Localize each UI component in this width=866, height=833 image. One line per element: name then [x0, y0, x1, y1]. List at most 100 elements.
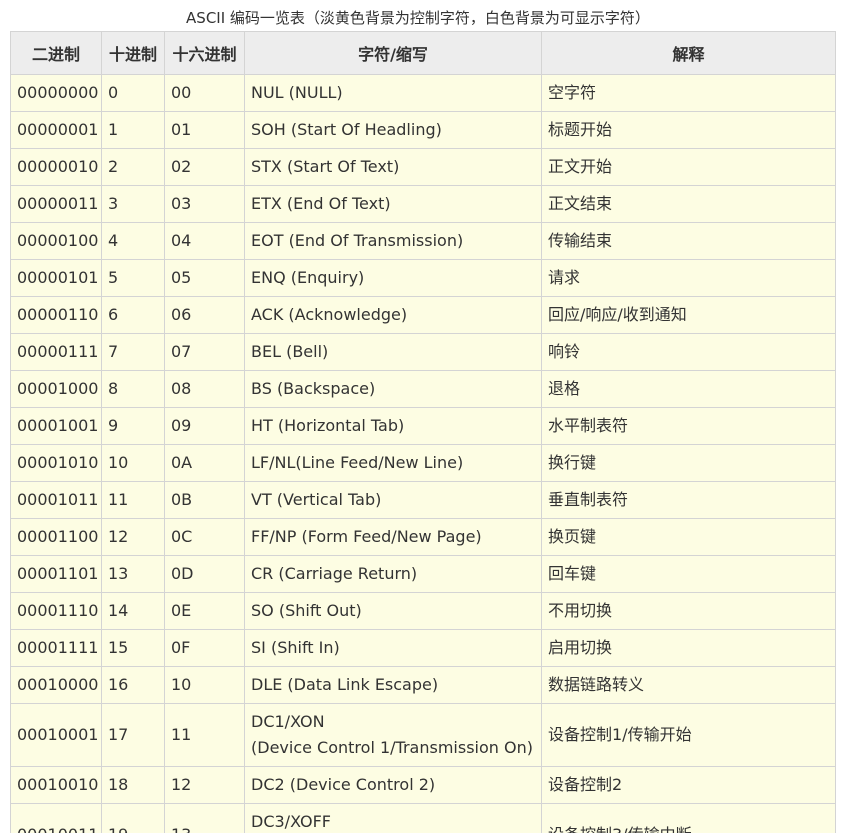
cell-hex: 0D	[164, 555, 245, 593]
cell-binary: 00000001	[10, 111, 102, 149]
cell-binary: 00001000	[10, 370, 102, 408]
cell-binary: 00000100	[10, 222, 102, 260]
table-row: 00000011 3 03 ETX (End Of Text) 正文结束	[10, 185, 836, 223]
cell-desc: 回应/响应/收到通知	[541, 296, 836, 334]
cell-desc: 水平制表符	[541, 407, 836, 445]
table-row: 00010000 16 10 DLE (Data Link Escape) 数据链路转义	[10, 666, 836, 704]
char-line: DC3/XOFF	[251, 812, 331, 831]
cell-char: HT (Horizontal Tab)	[244, 407, 542, 445]
cell-decimal: 2	[101, 148, 165, 186]
char-line: VT (Vertical Tab)	[251, 490, 382, 509]
cell-binary: 00010001	[10, 703, 102, 767]
cell-char: SOH (Start Of Headling)	[244, 111, 542, 149]
cell-binary: 00000111	[10, 333, 102, 371]
cell-char: STX (Start Of Text)	[244, 148, 542, 186]
cell-char: EOT (End Of Transmission)	[244, 222, 542, 260]
cell-desc: 空字符	[541, 74, 836, 112]
cell-desc: 换行键	[541, 444, 836, 482]
char-line: ENQ (Enquiry)	[251, 268, 365, 287]
table-body: 00000000 0 00 NUL (NULL) 空字符 00000001 1 01 SOH (…	[10, 74, 836, 833]
cell-binary: 00010000	[10, 666, 102, 704]
char-line: EOT (End Of Transmission)	[251, 231, 464, 250]
cell-char: FF/NP (Form Feed/New Page)	[244, 518, 542, 556]
cell-hex: 0F	[164, 629, 245, 667]
cell-hex: 09	[164, 407, 245, 445]
cell-char: SI (Shift In)	[244, 629, 542, 667]
cell-decimal: 9	[101, 407, 165, 445]
cell-binary: 00000000	[10, 74, 102, 112]
cell-decimal: 4	[101, 222, 165, 260]
cell-desc: 不用切换	[541, 592, 836, 630]
cell-desc: 设备控制3/传输中断	[541, 803, 836, 833]
cell-decimal: 10	[101, 444, 165, 482]
cell-hex: 08	[164, 370, 245, 408]
cell-desc: 换页键	[541, 518, 836, 556]
cell-binary: 00000101	[10, 259, 102, 297]
cell-binary: 00000110	[10, 296, 102, 334]
cell-decimal: 7	[101, 333, 165, 371]
cell-desc: 设备控制1/传输开始	[541, 703, 836, 767]
cell-desc: 响铃	[541, 333, 836, 371]
table-row: 00000101 5 05 ENQ (Enquiry) 请求	[10, 259, 836, 297]
cell-binary: 00000011	[10, 185, 102, 223]
cell-hex: 12	[164, 766, 245, 804]
cell-decimal: 18	[101, 766, 165, 804]
cell-binary: 00001110	[10, 592, 102, 630]
table-row: 00001010 10 0A LF/NL(Line Feed/New Line) 换行键	[10, 444, 836, 482]
cell-decimal: 8	[101, 370, 165, 408]
cell-binary: 00001111	[10, 629, 102, 667]
char-line: SO (Shift Out)	[251, 601, 362, 620]
table-row: 00000010 2 02 STX (Start Of Text) 正文开始	[10, 148, 836, 186]
cell-hex: 01	[164, 111, 245, 149]
cell-hex: 03	[164, 185, 245, 223]
cell-char: BS (Backspace)	[244, 370, 542, 408]
cell-hex: 0E	[164, 592, 245, 630]
cell-hex: 0B	[164, 481, 245, 519]
header-char: 字符/缩写	[244, 31, 542, 75]
char-line: DC1/XON	[251, 712, 325, 731]
char-line: BS (Backspace)	[251, 379, 376, 398]
table-caption: ASCII 编码一览表（淡黄色背景为控制字符，白色背景为可显示字符）	[186, 9, 650, 27]
cell-char: ENQ (Enquiry)	[244, 259, 542, 297]
char-line: BEL (Bell)	[251, 342, 329, 361]
cell-hex: 06	[164, 296, 245, 334]
table-row: 00001011 11 0B VT (Vertical Tab) 垂直制表符	[10, 481, 836, 519]
cell-char: DC2 (Device Control 2)	[244, 766, 542, 804]
cell-char: SO (Shift Out)	[244, 592, 542, 630]
cell-desc: 垂直制表符	[541, 481, 836, 519]
header-row: 二进制 十进制 十六进制 字符/缩写 解释	[10, 31, 836, 75]
cell-char: DC1/XON (Device Control 1/Transmission On…	[244, 703, 542, 767]
char-line: FF/NP (Form Feed/New Page)	[251, 527, 482, 546]
table-row: 00000110 6 06 ACK (Acknowledge) 回应/响应/收到通知	[10, 296, 836, 334]
char-line: NUL (NULL)	[251, 83, 343, 102]
char-line: DC2 (Device Control 2)	[251, 775, 436, 794]
table-row: 00001001 9 09 HT (Horizontal Tab) 水平制表符	[10, 407, 836, 445]
header-decimal: 十进制	[101, 31, 165, 75]
cell-binary: 00001100	[10, 518, 102, 556]
cell-char: VT (Vertical Tab)	[244, 481, 542, 519]
cell-desc: 退格	[541, 370, 836, 408]
table-row: 00001101 13 0D CR (Carriage Return) 回车键	[10, 555, 836, 593]
header-hex: 十六进制	[164, 31, 245, 75]
cell-desc: 回车键	[541, 555, 836, 593]
cell-char: LF/NL(Line Feed/New Line)	[244, 444, 542, 482]
cell-hex: 02	[164, 148, 245, 186]
header-binary: 二进制	[10, 31, 102, 75]
char-line: ACK (Acknowledge)	[251, 305, 408, 324]
char-line: HT (Horizontal Tab)	[251, 416, 405, 435]
cell-decimal: 14	[101, 592, 165, 630]
table-row: 000100111913DC3/XOFF(Device Control 3/Tr…	[10, 803, 836, 833]
cell-char: NUL (NULL)	[244, 74, 542, 112]
table-row: 00001111 15 0F SI (Shift In) 启用切换	[10, 629, 836, 667]
table-row: 00000100 4 04 EOT (End Of Transmission) 传输结束	[10, 222, 836, 260]
cell-binary: 00010010	[10, 766, 102, 804]
cell-decimal: 15	[101, 629, 165, 667]
cell-decimal: 17	[101, 703, 165, 767]
char-line: (Device Control 1/Transmission On)	[251, 738, 533, 757]
table-row: 00010010 18 12 DC2 (Device Control 2) 设备控制2	[10, 766, 836, 804]
cell-char: DLE (Data Link Escape)	[244, 666, 542, 704]
cell-desc: 数据链路转义	[541, 666, 836, 704]
cell-decimal: 19	[101, 803, 165, 833]
cell-binary: 00001010	[10, 444, 102, 482]
cell-hex: 10	[164, 666, 245, 704]
